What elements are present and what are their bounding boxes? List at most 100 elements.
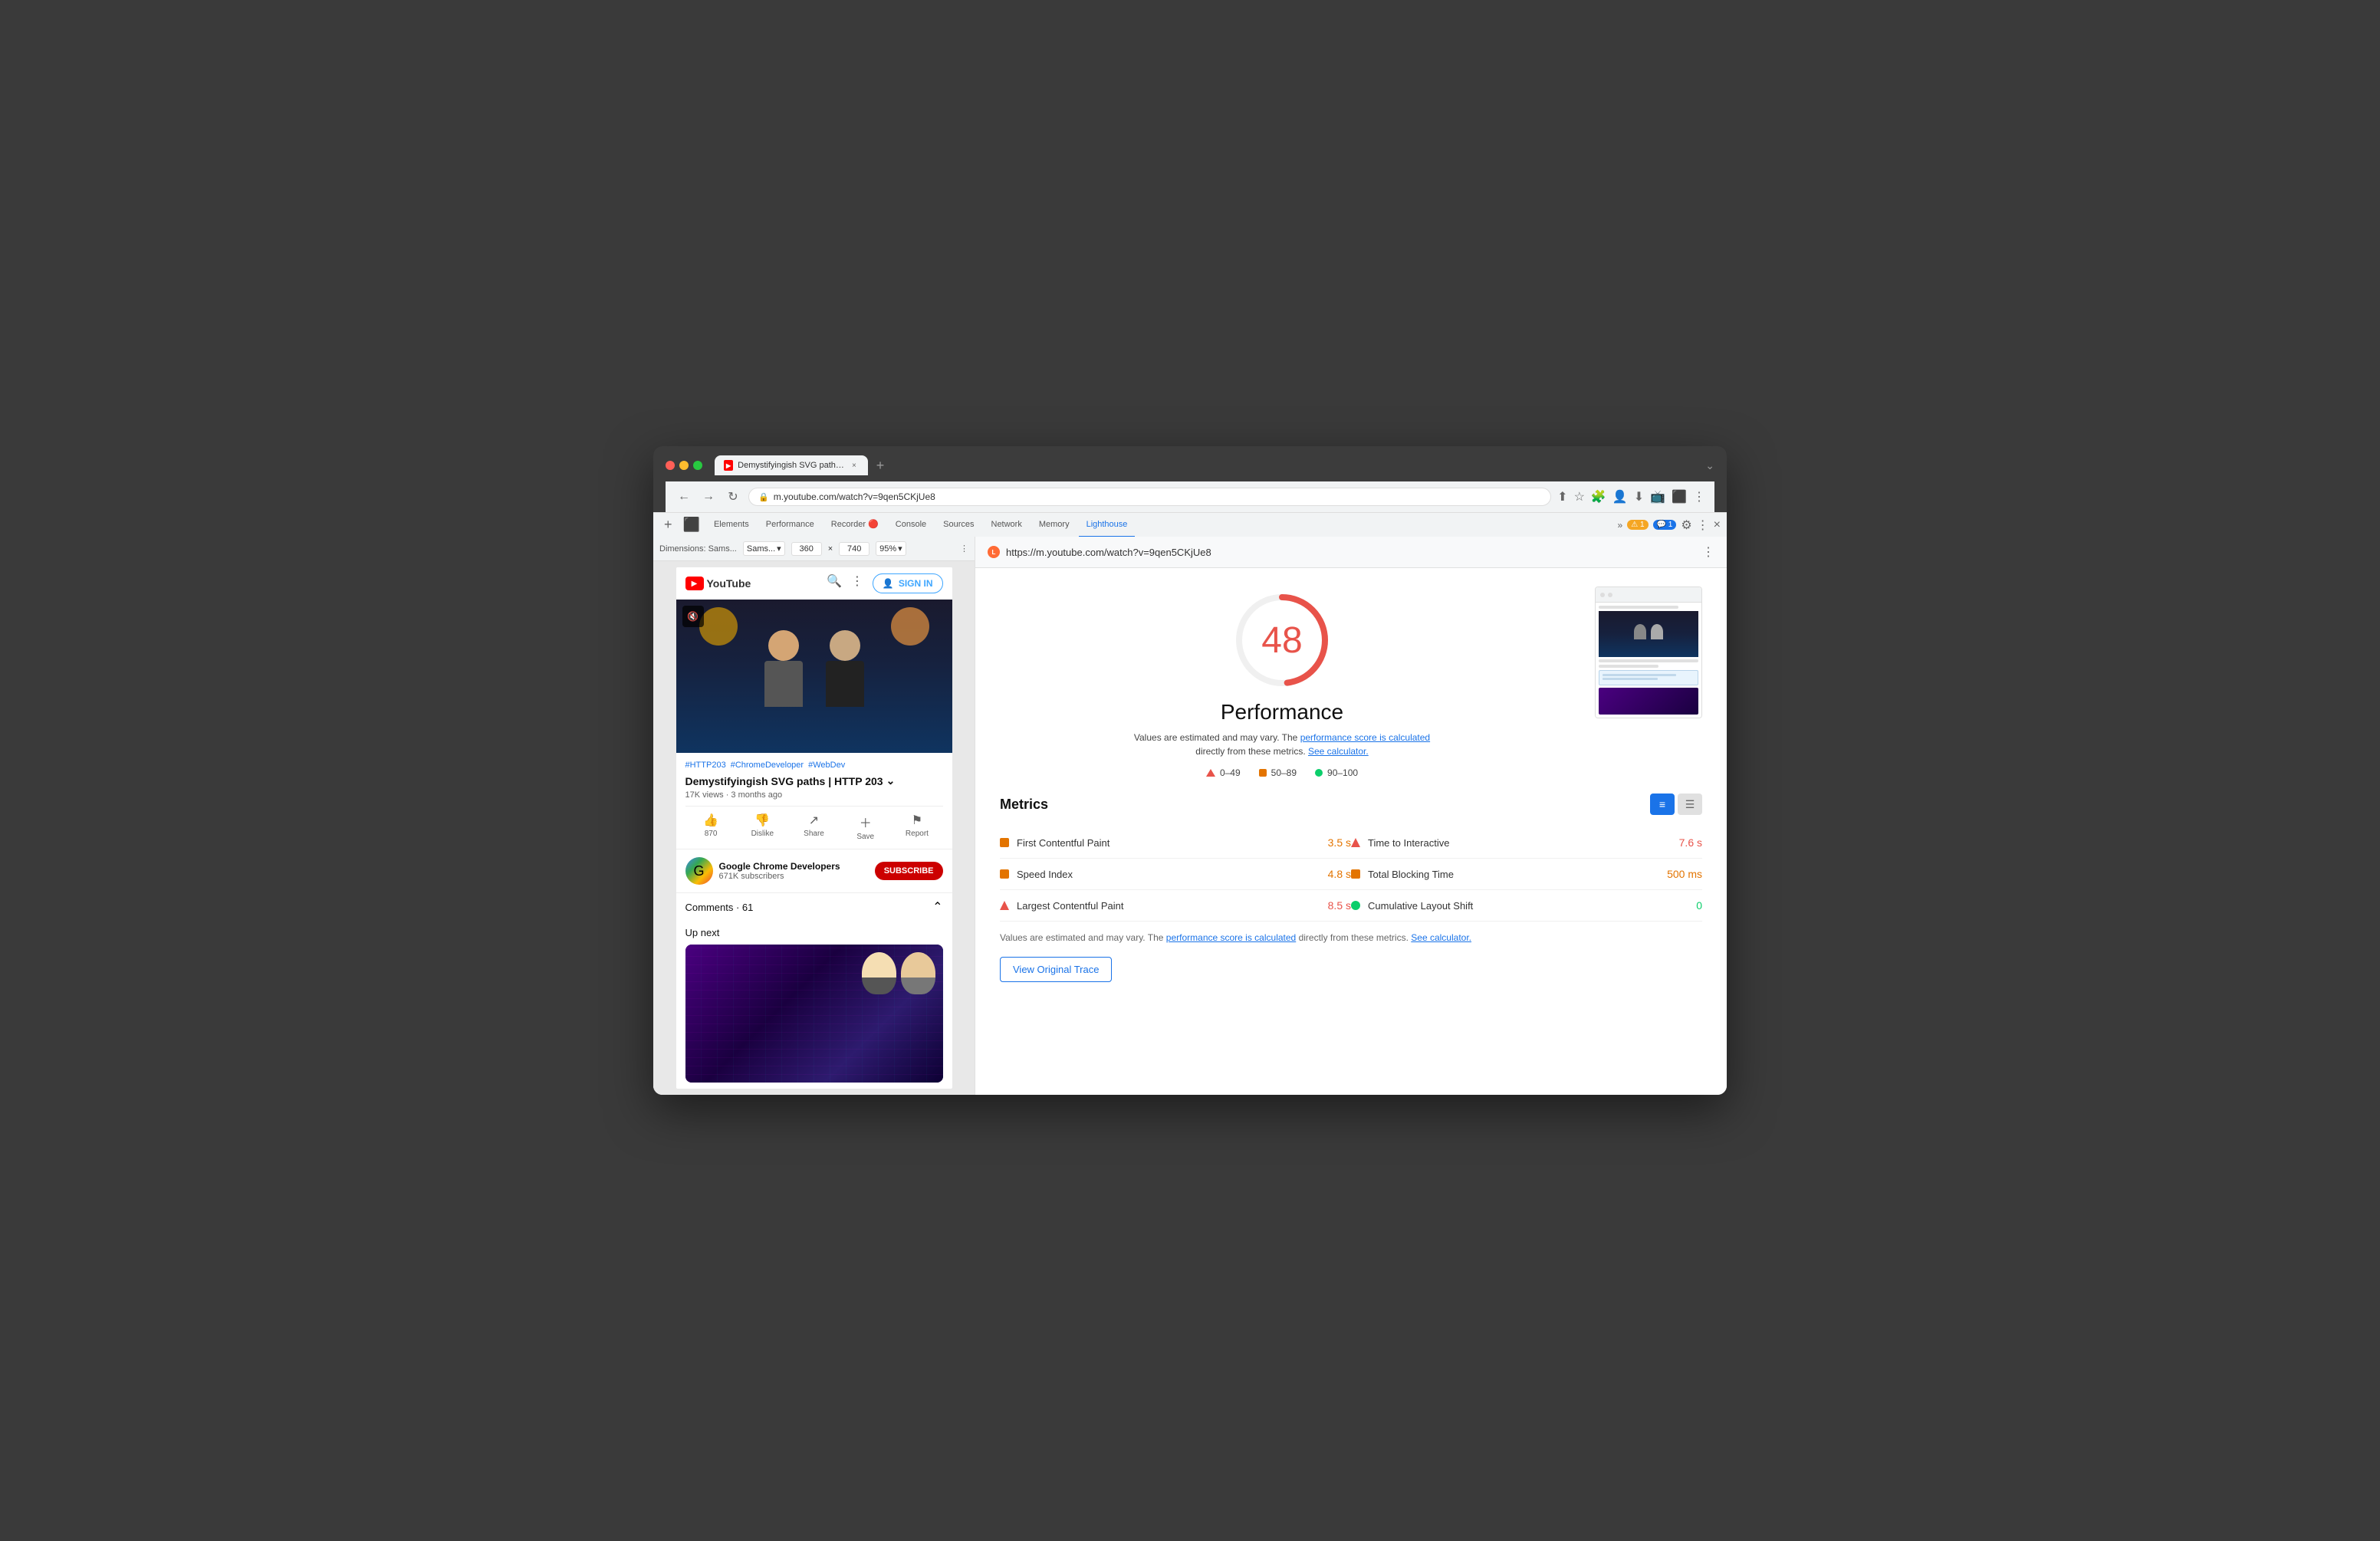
menu-button[interactable]: ⋮	[1693, 489, 1705, 504]
metrics-footer-note: Values are estimated and may vary. The p…	[1000, 931, 1702, 945]
height-input[interactable]: 740	[839, 542, 869, 556]
bookmark-icon[interactable]: ☆	[1574, 489, 1585, 504]
channel-avatar[interactable]: G	[685, 857, 713, 885]
score-legend: 0–49 50–89 90–100	[1206, 767, 1358, 778]
performance-score-link[interactable]: performance score is calculated	[1300, 732, 1430, 743]
expand-icon[interactable]: ⌄	[886, 774, 896, 787]
cls-value: 0	[1696, 899, 1702, 912]
si-indicator	[1000, 869, 1009, 879]
forward-button[interactable]: →	[699, 490, 718, 504]
sign-in-label: SIGN IN	[899, 578, 933, 589]
lighthouse-url-bar: L https://m.youtube.com/watch?v=9qen5CKj…	[975, 537, 1727, 568]
comments-header: Comments · 61 ⌃	[685, 899, 943, 915]
tbt-indicator	[1351, 869, 1360, 879]
metrics-perf-score-link[interactable]: performance score is calculated	[1166, 932, 1296, 943]
download-icon[interactable]: ⬇	[1634, 489, 1644, 504]
account-icon[interactable]: ⬛	[1672, 489, 1687, 504]
profile-icon[interactable]: 👤	[1612, 489, 1628, 504]
save-button[interactable]: ＋ Save	[840, 813, 891, 841]
close-window-button[interactable]	[666, 461, 675, 470]
tab-memory[interactable]: Memory	[1031, 513, 1077, 537]
mute-button[interactable]: 🔇	[682, 606, 704, 627]
device-select[interactable]: Sams... ▾	[743, 541, 785, 556]
tab-elements[interactable]: Elements	[706, 513, 757, 537]
maximize-window-button[interactable]	[693, 461, 702, 470]
tag-http203[interactable]: #HTTP203	[685, 761, 726, 770]
channel-name[interactable]: Google Chrome Developers	[719, 861, 869, 872]
tag-webdev[interactable]: #WebDev	[808, 761, 845, 770]
channel-subscribers: 671K subscribers	[719, 872, 869, 881]
info-badge: 💬 1	[1653, 520, 1677, 530]
zoom-select[interactable]: 95% ▾	[876, 541, 906, 556]
active-tab[interactable]: ▶ Demystifyingish SVG paths | H… ×	[715, 455, 868, 475]
tab-performance[interactable]: Performance	[758, 513, 822, 537]
youtube-more-icon[interactable]: ⋮	[851, 573, 863, 593]
comments-expand-icon[interactable]: ⌃	[932, 899, 942, 915]
tag-chromedeveloper[interactable]: #ChromeDeveloper	[731, 761, 804, 770]
lighthouse-url-more-button[interactable]: ⋮	[1702, 544, 1714, 560]
report-icon: ⚑	[912, 813, 922, 828]
memory-tab-label: Memory	[1039, 520, 1070, 529]
share-icon: ↗	[809, 813, 819, 828]
metric-largest-contentful-paint: Largest Contentful Paint 8.5 s	[1000, 890, 1351, 922]
tti-label: Time to Interactive	[1368, 837, 1672, 849]
devtools-more-button[interactable]: ⋮	[1697, 518, 1709, 533]
view-original-trace-button[interactable]: View Original Trace	[1000, 957, 1112, 982]
tab-sources[interactable]: Sources	[935, 513, 981, 537]
new-tab-button[interactable]: +	[871, 456, 889, 475]
youtube-header-icons: 🔍 ⋮ 👤 SIGN IN	[827, 573, 943, 593]
lcp-label: Largest Contentful Paint	[1017, 900, 1320, 912]
lighthouse-panel: L https://m.youtube.com/watch?v=9qen5CKj…	[975, 537, 1727, 1095]
cls-label: Cumulative Layout Shift	[1368, 900, 1688, 912]
extensions-icon[interactable]: 🧩	[1591, 489, 1606, 504]
url-bar[interactable]: 🔒 m.youtube.com/watch?v=9qen5CKjUe8	[748, 488, 1551, 506]
warning-badge: ⚠ 1	[1627, 520, 1648, 530]
devtools-panel-icon[interactable]: ⬛	[679, 517, 705, 533]
share-button[interactable]: ↗ Share	[788, 813, 840, 841]
emulator-panel: Dimensions: Sams... Sams... ▾ 360 × 740 …	[653, 537, 975, 1095]
more-tabs-button[interactable]: »	[1618, 520, 1623, 531]
tab-lighthouse[interactable]: Lighthouse	[1079, 513, 1136, 537]
back-button[interactable]: ←	[675, 490, 693, 504]
settings-icon[interactable]: ⚙	[1681, 518, 1691, 533]
subscribe-button[interactable]: SUBSCRIBE	[875, 862, 943, 880]
share-icon[interactable]: ⬆	[1557, 489, 1567, 504]
next-video-thumbnail[interactable]: The History Navigation API. HTTP 203	[685, 945, 943, 1083]
page-screenshot	[1595, 586, 1702, 718]
metrics-calculator-link[interactable]: See calculator.	[1411, 932, 1471, 943]
youtube-video-thumbnail[interactable]: 🔇	[676, 600, 952, 753]
cast-icon[interactable]: 📺	[1650, 489, 1665, 504]
metrics-view-toggle: ≡ ☰	[1650, 794, 1702, 815]
recorder-tab-label: Recorder 🔴	[831, 519, 879, 529]
reload-button[interactable]: ↻	[724, 489, 742, 504]
fail-range: 0–49	[1220, 767, 1241, 778]
tab-network[interactable]: Network	[984, 513, 1030, 537]
tab-bar: ▶ Demystifyingish SVG paths | H… × + ⌄	[715, 455, 1714, 475]
list-view-button[interactable]: ☰	[1678, 794, 1702, 815]
elements-tab-label: Elements	[714, 520, 749, 529]
like-button[interactable]: 👍 870	[685, 813, 737, 841]
gauge-description: Values are estimated and may vary. The p…	[1129, 731, 1435, 758]
tab-console[interactable]: Console	[888, 513, 934, 537]
lighthouse-tab-label: Lighthouse	[1086, 520, 1128, 529]
gauge-container: 48 Performance Values are estimated and …	[1000, 586, 1564, 778]
tti-indicator	[1351, 838, 1360, 847]
tab-bar-more[interactable]: ⌄	[1705, 459, 1714, 472]
report-button[interactable]: ⚑ Report	[891, 813, 942, 841]
grid-view-button[interactable]: ≡	[1650, 794, 1675, 815]
metrics-section-title: Metrics	[1000, 797, 1048, 813]
calculator-link[interactable]: See calculator.	[1308, 746, 1369, 757]
youtube-search-icon[interactable]: 🔍	[827, 573, 842, 593]
emulator-more-button[interactable]: ⋮	[960, 544, 968, 554]
youtube-sign-in-button[interactable]: 👤 SIGN IN	[873, 573, 943, 593]
tab-recorder[interactable]: Recorder 🔴	[823, 513, 886, 537]
width-input[interactable]: 360	[791, 542, 822, 556]
minimize-window-button[interactable]	[679, 461, 689, 470]
youtube-play-icon: ▶	[692, 580, 698, 588]
tab-title: Demystifyingish SVG paths | H…	[738, 461, 845, 470]
dislike-button[interactable]: 👎 Dislike	[737, 813, 788, 841]
devtools-close-button[interactable]: ×	[1714, 518, 1721, 532]
tab-close-button[interactable]: ×	[850, 460, 859, 471]
thumbnail-image	[676, 600, 952, 753]
devtools-add-panel-button[interactable]: +	[659, 517, 677, 533]
